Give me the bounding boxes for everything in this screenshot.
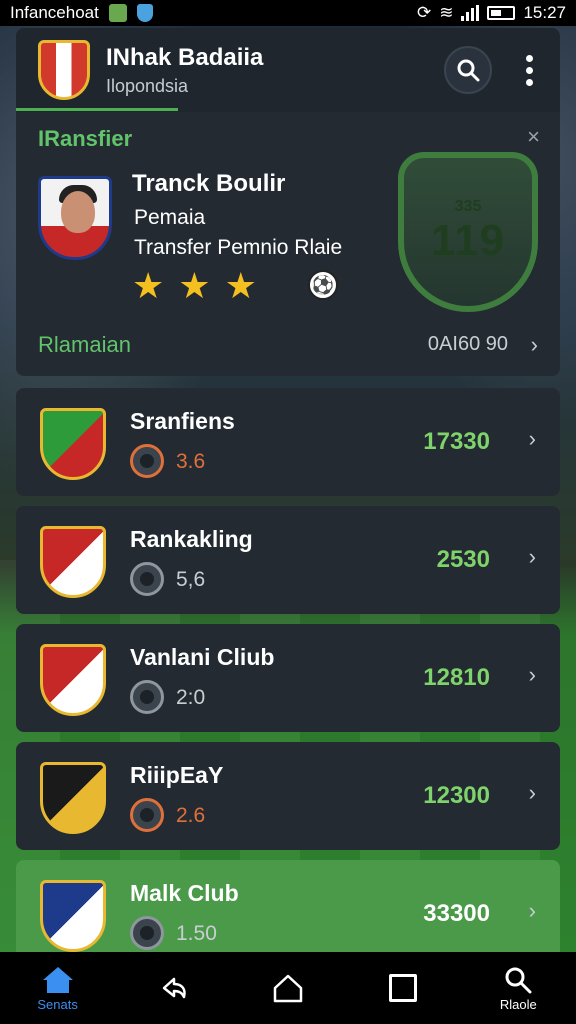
club-name: Sranfiens — [130, 408, 235, 434]
club-row[interactable]: Sranfiens 3.6 17330 › — [16, 388, 560, 496]
signal-icon — [461, 5, 480, 21]
stat-gauge-icon — [130, 562, 164, 596]
chevron-right-icon[interactable]: › — [531, 332, 538, 358]
star-icon: ★ — [178, 265, 211, 306]
star-icon: ★ — [132, 265, 165, 306]
club-row[interactable]: Vanlani Cliub 2:0 12810 › — [16, 624, 560, 732]
club-name: Malk Club — [130, 880, 239, 906]
battery-icon — [487, 6, 516, 20]
transfer-description: Transfer Pemnio Rlaie — [134, 236, 343, 259]
chevron-right-icon[interactable]: › — [529, 426, 536, 452]
stat-gauge-icon — [130, 444, 164, 478]
club-value: 12300 — [423, 782, 490, 809]
badge-small-number: 335 — [454, 198, 482, 215]
chevron-right-icon[interactable]: › — [529, 544, 536, 570]
bottom-navigation: Senats Rlaole — [0, 952, 576, 1024]
team-crest-logo[interactable] — [38, 40, 90, 100]
club-value: 12810 — [423, 664, 490, 691]
soccer-ball-icon: ⚽ — [308, 270, 338, 300]
star-icon: ★ — [224, 265, 257, 306]
stat-gauge-icon — [130, 916, 164, 950]
nav-recents[interactable] — [363, 974, 443, 1002]
club-stat: 2:0 — [176, 686, 206, 709]
nav-search-label: Rlaole — [499, 996, 537, 1012]
app-notification-icon — [108, 4, 127, 22]
app-header: INhak Badaiia Ilopondsia — [16, 28, 560, 112]
tab-indicator — [16, 108, 178, 111]
shield-icon — [136, 4, 153, 22]
club-stat: 5,6 — [176, 568, 206, 591]
club-crest-logo — [40, 762, 106, 834]
sync-icon: ⟳ — [416, 3, 432, 22]
nav-back[interactable] — [133, 973, 213, 1003]
transfer-card[interactable]: IRansfier × Tranck Boulir Pemaia Transfe… — [16, 112, 560, 376]
club-name: RiiipEaY — [130, 762, 224, 788]
page-title: INhak Badaiia — [106, 43, 264, 71]
home-outline-icon — [273, 974, 303, 1003]
nav-home[interactable]: Senats — [18, 965, 98, 1012]
more-menu-button[interactable] — [514, 54, 544, 86]
club-stat: 1.50 — [176, 922, 217, 945]
nav-home-button[interactable] — [248, 973, 328, 1003]
stat-gauge-icon — [130, 680, 164, 714]
chevron-right-icon[interactable]: › — [529, 780, 536, 806]
club-crest-logo — [40, 880, 106, 952]
player-position: Pemaia — [134, 206, 206, 229]
page-subtitle: Ilopondsia — [106, 75, 189, 96]
wifi-icon: ≋ — [439, 3, 454, 22]
club-stat: 2.6 — [176, 804, 206, 827]
home-icon — [42, 966, 73, 993]
nav-home-label: Senats — [37, 996, 78, 1012]
club-row[interactable]: RiiipEaY 2.6 12300 › — [16, 742, 560, 850]
club-name: Vanlani Cliub — [130, 644, 275, 670]
club-value: 17330 — [423, 428, 490, 455]
club-stat: 3.6 — [176, 450, 206, 473]
status-bar: Infancehoat ⟳ ≋ 15:27 — [0, 0, 576, 26]
rating-stars: ★ ★ ★ — [132, 268, 257, 304]
club-value: 2530 — [436, 546, 490, 573]
search-icon — [505, 967, 532, 993]
club-value: 33300 — [423, 900, 490, 927]
back-icon — [162, 977, 186, 999]
search-button[interactable] — [444, 46, 492, 94]
nav-search[interactable]: Rlaole — [478, 965, 558, 1012]
stat-gauge-icon — [130, 798, 164, 832]
club-row[interactable]: Rankakling 5,6 2530 › — [16, 506, 560, 614]
rating-badge: 335 119 — [398, 152, 538, 312]
player-avatar — [38, 176, 112, 260]
status-app-name: Infancehoat — [10, 3, 99, 22]
transfer-footer-label: Rlamaian — [38, 332, 131, 357]
close-icon[interactable]: × — [527, 124, 540, 150]
transfer-footer-value: 0AI60 90 — [427, 333, 508, 355]
search-icon — [457, 59, 480, 82]
chevron-right-icon[interactable]: › — [529, 662, 536, 688]
status-time: 15:27 — [523, 3, 566, 22]
club-name: Rankakling — [130, 526, 253, 552]
player-name: Tranck Boulir — [132, 170, 286, 197]
badge-rating-number: 119 — [431, 216, 505, 265]
club-crest-logo — [40, 644, 106, 716]
transfer-card-title: IRansfier — [38, 126, 133, 151]
club-crest-logo — [40, 408, 106, 480]
recents-icon — [389, 974, 418, 1002]
more-vertical-icon — [525, 54, 533, 62]
chevron-right-icon[interactable]: › — [529, 898, 536, 924]
club-crest-logo — [40, 526, 106, 598]
